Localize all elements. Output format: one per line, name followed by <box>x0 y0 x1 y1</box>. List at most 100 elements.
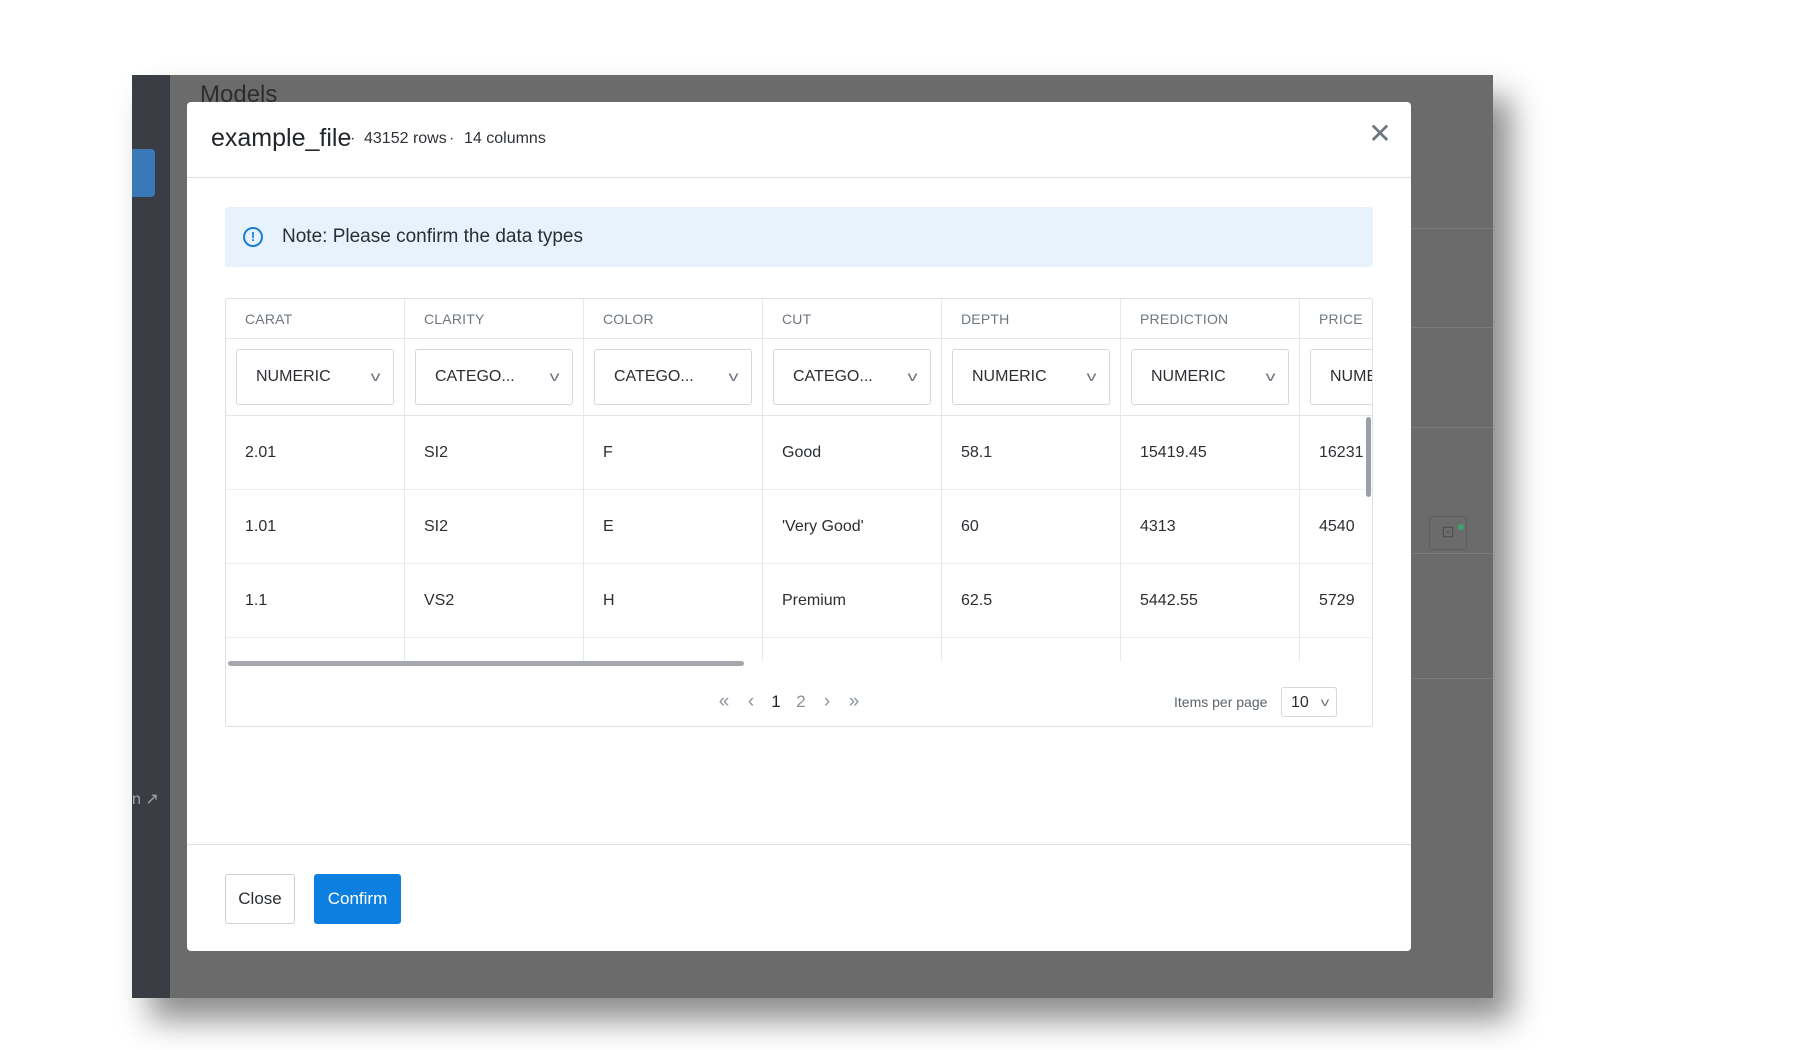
prev-page-icon[interactable]: ‹ <box>740 685 762 719</box>
chevron-down-icon: v <box>1086 368 1097 384</box>
rows-count: 43152 rows <box>364 130 447 147</box>
table-cell: 1.01 <box>226 490 404 564</box>
modal-header: example_file · 43152 rows · 14 columns ✕ <box>187 102 1411 178</box>
columns-count: 14 columns <box>464 130 546 147</box>
modal-title: example_file <box>211 124 352 152</box>
pagination: « ‹ 1 2 › » Items per page 10 v <box>226 685 1372 719</box>
next-page-icon[interactable]: › <box>816 685 838 719</box>
table-cell <box>405 638 583 661</box>
table-cell: 4313 <box>1121 490 1299 564</box>
app-sidebar: n ↗ <box>132 75 170 998</box>
chevron-down-icon: v <box>1320 695 1330 709</box>
table-cell: 5442.55 <box>1121 564 1299 638</box>
column-header: PREDICTION <box>1121 299 1299 339</box>
data-type-value: CATEGO... <box>614 368 694 385</box>
first-page-icon[interactable]: « <box>712 685 736 719</box>
data-type-value: NUMERIC <box>256 368 331 385</box>
column-header: CARAT <box>226 299 404 339</box>
data-type-value: CATEGO... <box>793 368 873 385</box>
page-1-button[interactable]: 1 <box>766 685 786 719</box>
table-cell: Good <box>763 416 941 490</box>
table-cell: SI2 <box>405 416 583 490</box>
table-column: CLARITY CATEGO... v SI2 SI2 VS2 <box>405 299 584 661</box>
column-header: CUT <box>763 299 941 339</box>
confirm-button[interactable]: Confirm <box>314 874 401 924</box>
table-cell <box>763 638 941 661</box>
data-types-modal: example_file · 43152 rows · 14 columns ✕… <box>187 102 1411 951</box>
data-type-select[interactable]: NUMERIC v <box>236 349 394 405</box>
data-type-select[interactable]: CATEGO... v <box>594 349 752 405</box>
column-header: COLOR <box>584 299 762 339</box>
sidebar-active-item[interactable] <box>132 149 155 197</box>
vertical-scrollbar[interactable] <box>1366 417 1371 497</box>
chevron-down-icon: v <box>728 368 739 384</box>
note-banner: ! Note: Please confirm the data types <box>225 207 1373 267</box>
table-column: CUT CATEGO... v Good 'Very Good' Premium <box>763 299 942 661</box>
sidebar-external-link[interactable]: n ↗ <box>132 789 159 809</box>
meta-separator: · <box>449 130 455 147</box>
data-type-select[interactable]: NUMERICv <box>1310 349 1372 405</box>
table-column: CARAT NUMERIC v 2.01 1.01 1.1 <box>226 299 405 661</box>
background-divider <box>1402 427 1493 428</box>
external-link-icon: ↗ <box>145 791 159 808</box>
table-column: DEPTH NUMERIC v 58.1 60 62.5 <box>942 299 1121 661</box>
table-cell: 2.01 <box>226 416 404 490</box>
table-cell: 62.5 <box>942 564 1120 638</box>
column-header: CLARITY <box>405 299 583 339</box>
table-cell: 60 <box>942 490 1120 564</box>
table-column: PRICE NUMERICv 1623145405729 <box>1300 299 1372 661</box>
column-header: DEPTH <box>942 299 1120 339</box>
table-cell: 15419.45 <box>1121 416 1299 490</box>
table-cell <box>1300 638 1372 661</box>
table-cell: VS2 <box>405 564 583 638</box>
data-type-select[interactable]: NUMERICv <box>952 349 1110 405</box>
status-dot-icon <box>1458 524 1464 530</box>
table-cell: F <box>584 416 762 490</box>
table-viewport[interactable]: CARAT NUMERIC v 2.01 1.01 1.1 CLARITY CATEGO...… <box>226 299 1372 661</box>
info-icon: ! <box>243 227 263 247</box>
background-divider <box>1402 678 1493 679</box>
table-cell: 'Very Good' <box>763 490 941 564</box>
background-divider <box>1402 228 1493 229</box>
table-cell: 16231 <box>1300 416 1372 490</box>
table-column: PREDICTION NUMERIC v 15419.45 4313 5442.55 <box>1121 299 1300 661</box>
table-cell: 5729 <box>1300 564 1372 638</box>
modal-footer: Close Confirm <box>187 844 1411 951</box>
sidebar-link-text: n <box>132 791 141 808</box>
table-column: COLOR CATEGO... v F E H <box>584 299 763 661</box>
background-action-icon[interactable]: ⊡ <box>1429 516 1467 550</box>
table-cell <box>942 638 1120 661</box>
page-2-button[interactable]: 2 <box>791 685 811 719</box>
data-type-value: NUMERIC <box>1151 368 1226 385</box>
data-table: CARAT NUMERIC v 2.01 1.01 1.1 CLARITY CATEGO...… <box>225 298 1373 727</box>
background-divider <box>1402 553 1493 554</box>
table-cell: H <box>584 564 762 638</box>
table-cell: Premium <box>763 564 941 638</box>
items-per-page-select[interactable]: 10 v <box>1281 687 1337 717</box>
table-cell <box>1121 638 1299 661</box>
items-per-page-value: 10 <box>1291 694 1309 711</box>
chevron-down-icon: v <box>370 368 381 384</box>
chevron-down-icon: v <box>549 368 560 384</box>
horizontal-scrollbar-track[interactable] <box>226 661 1372 666</box>
note-text: Note: Please confirm the data types <box>282 226 583 247</box>
chevron-down-icon: v <box>907 368 918 384</box>
table-cell: 58.1 <box>942 416 1120 490</box>
table-cell <box>584 638 762 661</box>
data-type-select[interactable]: NUMERICv <box>1131 349 1289 405</box>
data-type-value: CATEGO... <box>435 368 515 385</box>
data-type-select[interactable]: CATEGO... v <box>773 349 931 405</box>
background-divider <box>1402 327 1493 328</box>
horizontal-scrollbar[interactable] <box>228 661 744 666</box>
close-icon[interactable]: ✕ <box>1365 120 1395 150</box>
data-type-select[interactable]: CATEGO... v <box>415 349 573 405</box>
table-cell: 1.1 <box>226 564 404 638</box>
data-type-value: NUMERIC <box>1330 368 1372 385</box>
column-header: PRICE <box>1300 299 1372 339</box>
meta-separator: · <box>350 130 356 147</box>
table-cell: 4540 <box>1300 490 1372 564</box>
table-cell: E <box>584 490 762 564</box>
items-per-page-label: Items per page <box>1174 694 1268 710</box>
last-page-icon[interactable]: » <box>842 685 866 719</box>
close-button[interactable]: Close <box>225 874 295 924</box>
